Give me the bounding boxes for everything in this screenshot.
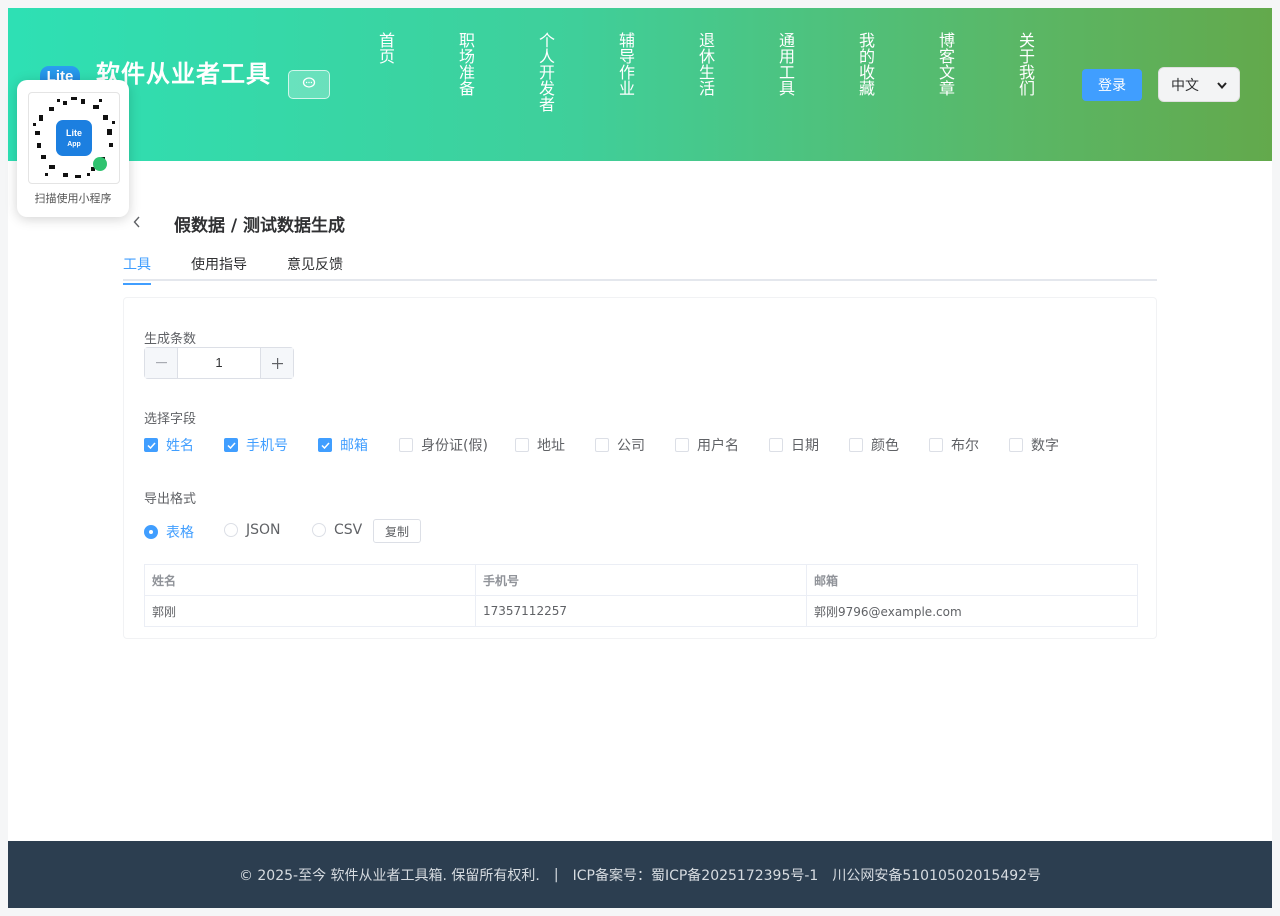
site-footer: © 2025-至今 软件从业者工具箱. 保留所有权利. | ICP备案号：蜀IC… xyxy=(8,841,1272,908)
qr-caption: 扫描使用小程序 xyxy=(34,192,112,205)
checkbox-date[interactable]: 日期 xyxy=(769,435,819,455)
checkbox-label: 数字 xyxy=(1031,438,1059,454)
radio-label: CSV xyxy=(334,522,363,538)
checkbox-email[interactable]: 邮箱 xyxy=(318,435,368,455)
checkbox-label: 邮箱 xyxy=(340,438,368,454)
tab-guide[interactable]: 使用指导 xyxy=(191,254,247,283)
page-title: 假数据 / 测试数据生成 xyxy=(174,216,346,236)
chat-bubble-icon xyxy=(302,76,316,94)
checkbox-number[interactable]: 数字 xyxy=(1009,435,1059,455)
radio-label: 表格 xyxy=(166,525,194,541)
table-header-row: 姓名 手机号 邮箱 xyxy=(144,564,1138,596)
nav-item-homework[interactable]: 辅导作业 xyxy=(616,32,636,96)
minus-icon xyxy=(155,362,167,364)
cell-name: 郭刚 xyxy=(144,595,476,627)
chevron-down-icon xyxy=(1217,77,1227,93)
checkbox-username[interactable]: 用户名 xyxy=(675,435,739,455)
radio-table[interactable]: 表格 xyxy=(144,522,194,542)
decrement-button[interactable] xyxy=(145,348,178,378)
count-stepper[interactable]: 1 xyxy=(144,347,294,379)
mini-program-qr-popup: Lite App 扫描使用小程序 xyxy=(17,80,129,217)
radio-json[interactable]: JSON xyxy=(224,522,281,538)
checkbox-label: 身份证(假) xyxy=(421,438,488,454)
checkbox-unchecked-icon xyxy=(595,438,609,452)
qr-code-image: Lite App xyxy=(28,92,120,184)
checkbox-id-card[interactable]: 身份证(假) xyxy=(399,435,488,455)
checkbox-label: 姓名 xyxy=(166,438,194,454)
nav-item-favorites[interactable]: 我的收藏 xyxy=(856,32,876,96)
checkbox-boolean[interactable]: 布尔 xyxy=(929,435,979,455)
column-header-email: 邮箱 xyxy=(806,564,1138,596)
site-header: Lite 软件从业者工具 首页 职场准备 个人开发者 辅导作业 退休生活 通用工… xyxy=(8,8,1272,161)
radio-csv[interactable]: CSV xyxy=(312,522,362,538)
copy-button[interactable]: 复制 xyxy=(373,519,421,543)
result-table: 姓名 手机号 邮箱 郭刚 17357112257 郭刚9796@example.… xyxy=(144,564,1138,627)
column-header-phone: 手机号 xyxy=(475,564,807,596)
checkbox-unchecked-icon xyxy=(1009,438,1023,452)
tab-bar: 工具 使用指导 意见反馈 xyxy=(123,248,1157,285)
language-value: 中文 xyxy=(1171,77,1199,94)
footer-icp-link[interactable]: ICP备案号：蜀ICP备2025172395号-1 xyxy=(573,865,819,885)
checkbox-company[interactable]: 公司 xyxy=(595,435,645,455)
table-row: 郭刚 17357112257 郭刚9796@example.com xyxy=(144,595,1138,627)
format-label: 导出格式 xyxy=(144,492,197,507)
checkbox-checked-icon xyxy=(144,438,158,452)
radio-label: JSON xyxy=(246,522,281,538)
nav-item-retirement[interactable]: 退休生活 xyxy=(696,32,716,96)
increment-button[interactable] xyxy=(260,348,293,378)
checkbox-unchecked-icon xyxy=(929,438,943,452)
nav-item-general-tools[interactable]: 通用工具 xyxy=(776,32,796,96)
radio-selected-icon xyxy=(144,525,158,539)
checkbox-label: 日期 xyxy=(791,438,819,454)
back-arrow-icon[interactable] xyxy=(133,215,141,231)
checkbox-label: 布尔 xyxy=(951,438,979,454)
checkbox-label: 地址 xyxy=(537,438,565,454)
checkbox-checked-icon xyxy=(318,438,332,452)
nav-item-indie-dev[interactable]: 个人开发者 xyxy=(536,32,556,112)
nav-item-blog[interactable]: 博客文章 xyxy=(936,32,956,96)
footer-separator: | xyxy=(553,866,559,883)
language-select[interactable]: 中文 xyxy=(1158,67,1240,102)
page-frame: Lite 软件从业者工具 首页 职场准备 个人开发者 辅导作业 退休生活 通用工… xyxy=(8,8,1272,908)
count-label: 生成条数 xyxy=(144,332,197,347)
plus-icon xyxy=(271,357,283,369)
checkbox-unchecked-icon xyxy=(769,438,783,452)
count-input[interactable]: 1 xyxy=(178,348,260,378)
qr-logo-text-2: App xyxy=(67,141,81,148)
checkbox-color[interactable]: 颜色 xyxy=(849,435,899,455)
nav-item-about[interactable]: 关于我们 xyxy=(1016,32,1036,96)
checkbox-address[interactable]: 地址 xyxy=(515,435,565,455)
checkbox-name[interactable]: 姓名 xyxy=(144,435,194,455)
checkbox-unchecked-icon xyxy=(399,438,413,452)
checkbox-unchecked-icon xyxy=(515,438,529,452)
chat-button[interactable] xyxy=(288,70,330,99)
checkbox-phone[interactable]: 手机号 xyxy=(224,435,288,455)
checkbox-label: 公司 xyxy=(617,438,645,454)
checkbox-checked-icon xyxy=(224,438,238,452)
checkbox-label: 用户名 xyxy=(697,438,739,454)
checkbox-unchecked-icon xyxy=(849,438,863,452)
footer-copyright: © 2025-至今 软件从业者工具箱. 保留所有权利. xyxy=(238,867,540,884)
footer-police-link[interactable]: 川公网安备51010502015492号 xyxy=(832,865,1041,885)
checkbox-unchecked-icon xyxy=(675,438,689,452)
checkbox-label: 手机号 xyxy=(246,438,288,454)
cell-phone: 17357112257 xyxy=(475,595,807,627)
qr-logo-text-1: Lite xyxy=(66,128,82,138)
column-header-name: 姓名 xyxy=(144,564,476,596)
nav-item-career[interactable]: 职场准备 xyxy=(456,32,476,96)
radio-unselected-icon xyxy=(224,523,238,537)
tab-feedback[interactable]: 意见反馈 xyxy=(287,254,343,283)
checkbox-label: 颜色 xyxy=(871,438,899,454)
tab-tool[interactable]: 工具 xyxy=(123,254,151,285)
cell-email: 郭刚9796@example.com xyxy=(806,595,1138,627)
radio-unselected-icon xyxy=(312,523,326,537)
nav-item-home[interactable]: 首页 xyxy=(376,32,396,64)
login-button[interactable]: 登录 xyxy=(1082,69,1142,101)
fields-label: 选择字段 xyxy=(144,412,197,427)
tool-panel: 生成条数 1 选择字段 姓名 手机号 邮箱 身份证(假) 地址 公司 用户名 日… xyxy=(123,297,1157,639)
